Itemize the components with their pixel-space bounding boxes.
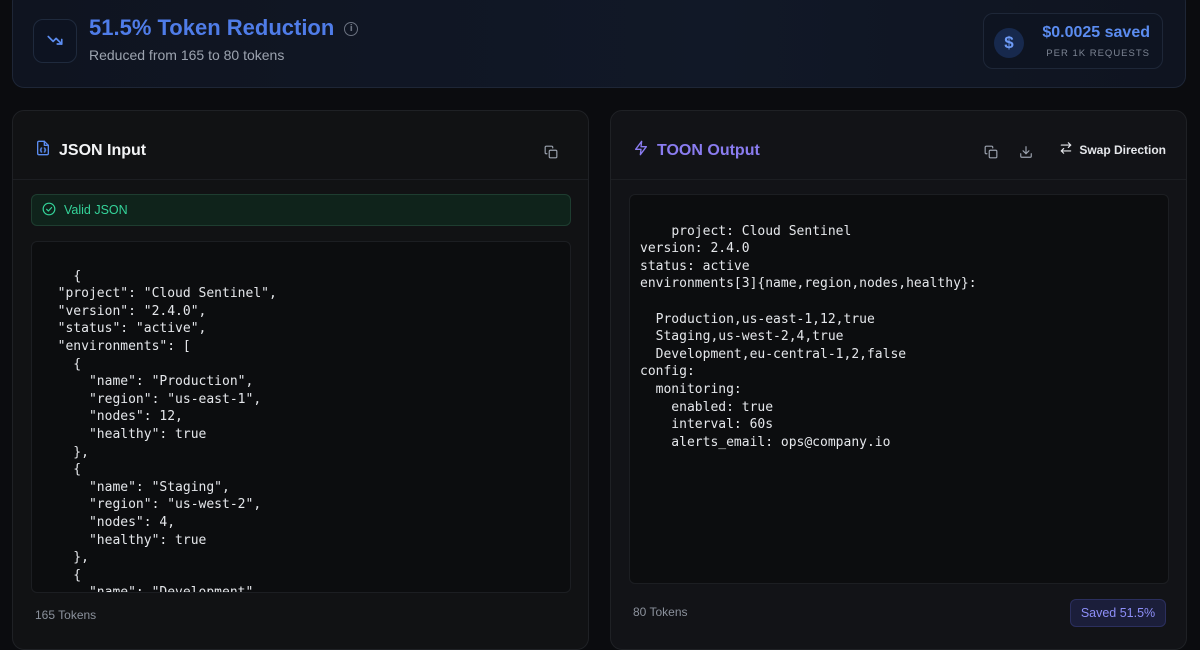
lightning-icon <box>633 139 649 162</box>
token-reduction-banner: 51.5% Token Reduction i Reduced from 165… <box>12 0 1186 88</box>
reduction-title-text: 51.5% Token Reduction <box>89 15 335 40</box>
json-input-panel: JSON Input Valid JSON { "project": "Clou… <box>12 110 589 650</box>
toon-token-count: 80 Tokens <box>633 605 688 619</box>
saved-percent-badge: Saved 51.5% <box>1070 599 1166 627</box>
saved-caption: PER 1K REQUESTS <box>1046 48 1150 59</box>
valid-json-label: Valid JSON <box>64 203 128 217</box>
trending-down-icon <box>33 19 77 63</box>
resize-handle[interactable] <box>560 582 568 590</box>
copy-icon[interactable] <box>542 143 560 161</box>
swap-direction-label: Swap Direction <box>1079 142 1166 157</box>
json-input-header: JSON Input <box>13 111 588 180</box>
toon-output-code: project: Cloud Sentinel version: 2.4.0 s… <box>640 223 977 450</box>
toon-output-title: TOON Output <box>633 139 760 162</box>
toon-output-panel: TOON Output Swap Direction project: Clou… <box>610 110 1187 650</box>
json-input-editor[interactable]: { "project": "Cloud Sentinel", "version"… <box>31 241 571 593</box>
json-token-count: 165 Tokens <box>35 608 97 622</box>
resize-handle[interactable] <box>1158 573 1166 581</box>
toon-output-title-text: TOON Output <box>657 141 760 159</box>
json-input-title-text: JSON Input <box>59 141 147 159</box>
download-icon[interactable] <box>1017 143 1035 161</box>
dollar-icon: $ <box>994 28 1024 58</box>
reduction-title: 51.5% Token Reduction i <box>89 15 359 41</box>
saved-amount: $0.0025 saved <box>1042 24 1150 41</box>
json-input-code: { "project": "Cloud Sentinel", "version"… <box>57 268 277 593</box>
json-input-title: JSON Input <box>35 139 146 162</box>
swap-arrows-icon <box>1059 141 1073 158</box>
copy-output-icon[interactable] <box>982 143 1000 161</box>
file-json-icon <box>35 139 51 162</box>
swap-direction-button[interactable]: Swap Direction <box>1059 141 1166 158</box>
check-circle-icon <box>42 202 56 219</box>
toon-output-editor[interactable]: project: Cloud Sentinel version: 2.4.0 s… <box>629 194 1169 584</box>
savings-card: $ $0.0025 saved PER 1K REQUESTS <box>983 13 1163 69</box>
info-icon[interactable]: i <box>344 22 359 36</box>
toon-output-header: TOON Output Swap Direction <box>611 111 1186 180</box>
reduction-subtitle: Reduced from 165 to 80 tokens <box>89 47 285 63</box>
valid-json-status: Valid JSON <box>31 194 571 226</box>
